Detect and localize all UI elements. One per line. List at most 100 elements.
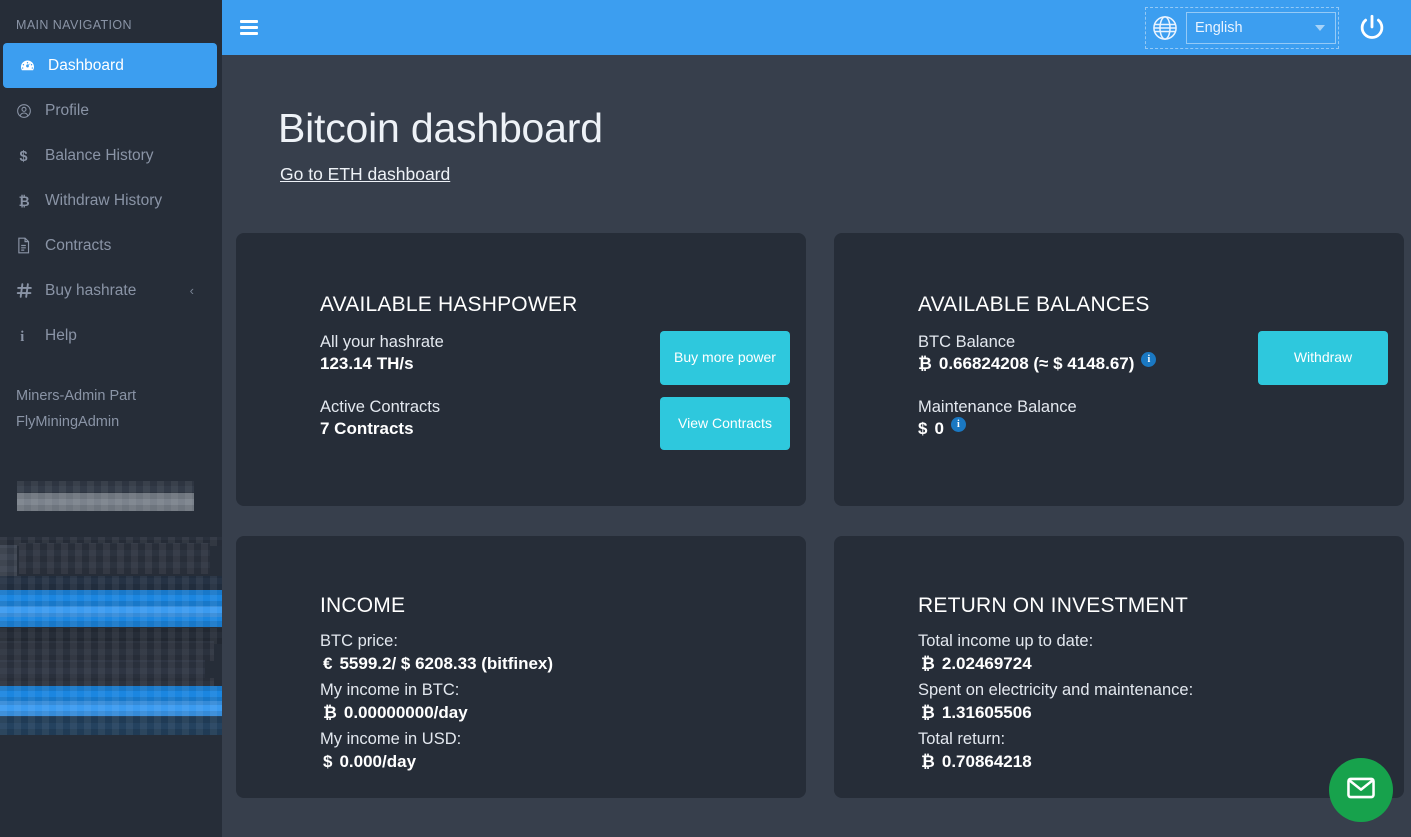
main-area: English Bitcoin dashboard Go to ETH dash… xyxy=(222,0,1411,837)
buy-more-power-button[interactable]: Buy more power xyxy=(660,331,790,386)
redacted-block xyxy=(0,617,222,627)
row-label: My income in USD: xyxy=(320,730,462,749)
sidebar-item-contracts[interactable]: Contracts xyxy=(0,223,222,268)
info-badge-icon[interactable]: i xyxy=(950,416,966,432)
chevron-down-icon xyxy=(1315,24,1325,31)
card-available-balances: AVAILABLE BALANCES BTC Balance ₿ 0.66824… xyxy=(834,233,1404,507)
metric-btc-balance: BTC Balance ₿ 0.66824208 (≈ $ 4148.67) i xyxy=(918,333,1258,374)
total-return-value: 0.70864218 xyxy=(941,752,1032,772)
sidebar-item-profile[interactable]: Profile xyxy=(0,88,222,133)
metric-active-contracts: Active Contracts 7 Contracts xyxy=(320,398,660,439)
hamburger-bar xyxy=(240,26,258,29)
envelope-icon xyxy=(1345,772,1377,809)
chevron-left-icon[interactable]: ‹ xyxy=(190,284,194,297)
info-icon: i xyxy=(16,327,42,345)
metric-value: 7 Contracts xyxy=(320,419,414,439)
view-contracts-button[interactable]: View Contracts xyxy=(660,397,790,451)
metric-maintenance-balance: Maintenance Balance $ 0 i xyxy=(918,398,1258,439)
income-row: BTC price: € 5599.2/ $ 6208.33 (bitfinex… xyxy=(320,632,806,674)
page-content: Bitcoin dashboard Go to ETH dashboard AV… xyxy=(222,55,1411,837)
sidebar-item-balance-history[interactable]: $ Balance History xyxy=(0,133,222,178)
card-actions: Withdraw xyxy=(1258,331,1404,439)
row-value: ₿ 2.02469724 xyxy=(918,654,1404,674)
eth-dashboard-link[interactable]: Go to ETH dashboard xyxy=(280,164,450,185)
bitcoin-symbol-icon: ₿ xyxy=(323,703,337,723)
power-icon[interactable] xyxy=(1355,11,1389,45)
bitcoin-symbol-icon: ₿ xyxy=(921,654,935,674)
income-btc-value: 0.00000000/day xyxy=(343,703,468,723)
language-selector-group[interactable]: English xyxy=(1145,6,1339,49)
sidebar-heading: MAIN NAVIGATION xyxy=(16,18,132,32)
income-row: My income in USD: $ 0.000/day xyxy=(320,730,806,772)
dollar-symbol-icon: $ xyxy=(323,752,333,772)
bitcoin-symbol-icon: ₿ xyxy=(918,354,932,374)
sidebar-item-label: Balance History xyxy=(45,146,154,164)
card-return-on-investment: RETURN ON INVESTMENT Total income up to … xyxy=(834,536,1404,799)
sidebar-item-label: Help xyxy=(45,326,77,344)
metric-value: 123.14 TH/s xyxy=(320,354,414,374)
sidebar-item-label: Dashboard xyxy=(48,56,124,74)
card-actions: Buy more power View Contracts xyxy=(660,331,806,462)
sidebar: MAIN NAVIGATION Dashboard Profile $ Bala… xyxy=(0,0,222,837)
row-value: ₿ 0.00000000/day xyxy=(320,703,806,723)
topbar-right-group: English xyxy=(1145,6,1389,49)
hamburger-icon[interactable] xyxy=(234,13,264,43)
sidebar-item-help[interactable]: i Help xyxy=(0,313,222,358)
row-label: Total income up to date: xyxy=(918,632,1094,651)
card-title: RETURN ON INVESTMENT xyxy=(918,594,1189,618)
row-value: ₿ 1.31605506 xyxy=(918,703,1404,723)
hamburger-bar xyxy=(240,20,258,23)
total-income-value: 2.02469724 xyxy=(941,654,1032,674)
metric-label: BTC Balance xyxy=(918,333,1016,352)
cards-grid: AVAILABLE HASHPOWER All your hashrate 12… xyxy=(222,185,1411,799)
metric-value: ₿ 0.66824208 (≈ $ 4148.67) i xyxy=(918,351,1258,374)
sidebar-item-buy-hashrate[interactable]: Buy hashrate ‹ xyxy=(0,268,222,313)
row-value: € 5599.2/ $ 6208.33 (bitfinex) xyxy=(320,654,806,674)
row-label: My income in BTC: xyxy=(320,681,460,700)
bitcoin-symbol-icon: ₿ xyxy=(921,703,935,723)
withdraw-button[interactable]: Withdraw xyxy=(1258,331,1388,386)
row-label: BTC price: xyxy=(320,632,398,651)
user-circle-icon xyxy=(16,103,42,119)
spent-value: 1.31605506 xyxy=(941,703,1032,723)
info-badge-icon[interactable]: i xyxy=(1141,351,1157,367)
card-income: INCOME BTC price: € 5599.2/ $ 6208.33 (b… xyxy=(236,536,806,799)
metric-label: Active Contracts xyxy=(320,398,441,417)
hamburger-bar xyxy=(240,32,258,35)
redacted-block xyxy=(0,576,222,590)
language-select[interactable]: English xyxy=(1186,11,1336,44)
card-metrics: BTC Balance ₿ 0.66824208 (≈ $ 4148.67) i… xyxy=(918,331,1258,439)
card-body: BTC Balance ₿ 0.66824208 (≈ $ 4148.67) i… xyxy=(918,331,1404,439)
row-label: Spent on electricity and maintenance: xyxy=(918,681,1194,700)
roi-row: Total income up to date: ₿ 2.02469724 xyxy=(918,632,1404,674)
top-bar: English xyxy=(222,0,1411,55)
metric-hashrate: All your hashrate 123.14 TH/s xyxy=(320,333,660,374)
roi-row: Total return: ₿ 0.70864218 xyxy=(918,730,1404,772)
redacted-block xyxy=(0,716,222,735)
redacted-block xyxy=(0,701,222,717)
roi-row: Spent on electricity and maintenance: ₿ … xyxy=(918,681,1404,723)
sidebar-item-label: Buy hashrate xyxy=(45,281,137,299)
sidebar-admin-section-label: Miners-Admin Part xyxy=(16,388,137,404)
card-body: All your hashrate 123.14 TH/s Active Con… xyxy=(320,331,806,462)
sidebar-admin-username: FlyMiningAdmin xyxy=(16,414,120,430)
sidebar-item-label: Profile xyxy=(45,101,89,119)
chat-support-button[interactable] xyxy=(1329,758,1393,822)
svg-text:₿: ₿ xyxy=(19,193,30,208)
svg-text:$: $ xyxy=(20,148,28,164)
globe-icon xyxy=(1150,13,1180,43)
sidebar-item-withdraw-history[interactable]: ₿ Withdraw History xyxy=(0,178,222,223)
document-icon xyxy=(16,237,42,254)
card-title: AVAILABLE BALANCES xyxy=(918,293,1150,317)
dollar-icon: $ xyxy=(16,147,42,165)
sidebar-item-dashboard[interactable]: Dashboard xyxy=(3,43,217,88)
dashboard-icon xyxy=(19,57,45,74)
redacted-block xyxy=(17,493,194,511)
income-usd-value: 0.000/day xyxy=(339,752,417,772)
card-available-hashpower: AVAILABLE HASHPOWER All your hashrate 12… xyxy=(236,233,806,507)
btc-balance-amount: 0.66824208 (≈ $ 4148.67) xyxy=(938,354,1135,374)
card-title: INCOME xyxy=(320,594,406,618)
bitcoin-icon: ₿ xyxy=(16,192,42,210)
hash-icon xyxy=(16,282,42,299)
language-select-value: English xyxy=(1195,19,1243,36)
